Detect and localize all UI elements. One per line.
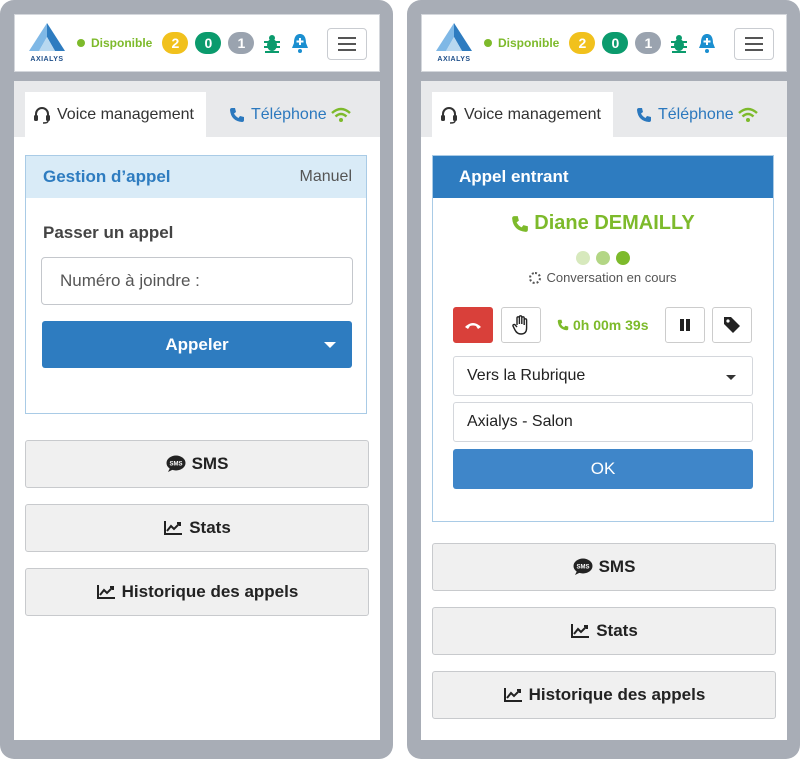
pause-button[interactable] [665,307,705,343]
bug-icon[interactable] [261,32,283,54]
sms-icon: SMS [573,558,593,576]
conversation-status: Conversation en cours [433,270,773,285]
pause-icon [680,319,690,331]
tab-telephone[interactable]: Téléphone [229,92,357,137]
phone-screen-idle: AXIALYS Disponible 2 0 1 Voice managemen… [0,0,393,759]
badge-waiting[interactable]: 2 [569,32,596,54]
chevron-down-icon[interactable] [324,342,336,348]
incoming-call-card: Appel entrant Diane DEMAILLY Conversatio… [432,155,774,522]
wifi-icon [737,107,758,123]
progress-dot [616,251,630,265]
top-header: AXIALYS Disponible 2 0 1 [421,14,787,72]
card-header: Gestion d’appel Manuel [26,156,366,198]
sms-button[interactable]: SMS SMS [432,543,776,591]
card-title: Appel entrant [459,167,569,186]
phone-icon [229,107,245,123]
headset-icon [33,106,51,124]
status-label[interactable]: Disponible [91,36,152,50]
chevron-down-icon [726,375,736,380]
tab-voice-management[interactable]: Voice management [25,92,206,137]
bug-icon[interactable] [668,32,690,54]
call-history-button[interactable]: Historique des appels [432,671,776,719]
headset-icon [440,106,458,124]
tag-button[interactable] [712,307,752,343]
tab-bar: Voice management Téléphone [421,81,787,137]
top-header: AXIALYS Disponible 2 0 1 [14,14,380,72]
bell-plus-icon[interactable] [289,32,311,54]
status-dot [484,39,492,47]
hangup-icon [465,323,481,329]
main-panel: Voice management Téléphone Gestion d’app… [14,81,380,740]
chart-icon [570,623,590,639]
caller-name: Diane DEMAILLY [433,212,773,235]
axialys-logo: AXIALYS [25,23,69,63]
hold-hand-button[interactable] [501,307,541,343]
call-history-button[interactable]: Historique des appels [25,568,369,616]
badge-waiting[interactable]: 2 [162,32,189,54]
hamburger-menu-button[interactable] [327,28,367,60]
status-label[interactable]: Disponible [498,36,559,50]
sms-button[interactable]: SMS SMS [25,440,369,488]
badge-active[interactable]: 0 [602,32,629,54]
progress-dot [576,251,590,265]
svg-text:SMS: SMS [576,565,589,571]
hamburger-menu-button[interactable] [734,28,774,60]
wifi-icon [330,107,351,123]
axialys-logo: AXIALYS [432,23,476,63]
ok-button[interactable]: OK [453,449,753,489]
chart-icon [163,520,183,536]
call-actions: 0h 00m 39s [433,307,773,343]
progress-dot [596,251,610,265]
transfer-select[interactable]: Vers la Rubrique [453,356,753,396]
card-title: Gestion d’appel [43,167,171,186]
phone-screen-incoming: AXIALYS Disponible 2 0 1 Voice managemen… [407,0,800,759]
hand-icon [512,315,528,335]
hangup-button[interactable] [453,307,493,343]
progress-dots [433,251,773,265]
stats-button[interactable]: Stats [432,607,776,655]
badge-active[interactable]: 0 [195,32,222,54]
tag-icon [724,317,740,333]
call-management-card: Gestion d’appel Manuel Passer un appel N… [25,155,367,414]
badge-missed[interactable]: 1 [228,32,255,54]
svg-text:SMS: SMS [169,462,182,468]
tab-voice-management[interactable]: Voice management [432,92,613,137]
phone-icon [511,215,529,233]
call-button[interactable]: Appeler [42,321,352,368]
stats-button[interactable]: Stats [25,504,369,552]
call-timer: 0h 00m 39s [557,317,649,333]
status-dot [77,39,85,47]
spinner-icon [529,271,542,284]
tab-bar: Voice management Téléphone [14,81,380,137]
tab-telephone[interactable]: Téléphone [636,92,764,137]
bell-plus-icon[interactable] [696,32,718,54]
chart-icon [96,584,116,600]
sms-icon: SMS [166,455,186,473]
badge-missed[interactable]: 1 [635,32,662,54]
phone-icon [636,107,652,123]
transfer-target-field[interactable]: Axialys - Salon [453,402,753,442]
phone-icon [557,319,569,331]
call-mode[interactable]: Manuel [300,168,352,186]
number-input[interactable]: Numéro à joindre : [41,257,353,305]
card-header: Appel entrant [433,156,773,198]
chart-icon [503,687,523,703]
make-call-label: Passer un appel [43,223,174,242]
main-panel: Voice management Téléphone Appel entrant… [421,81,787,740]
